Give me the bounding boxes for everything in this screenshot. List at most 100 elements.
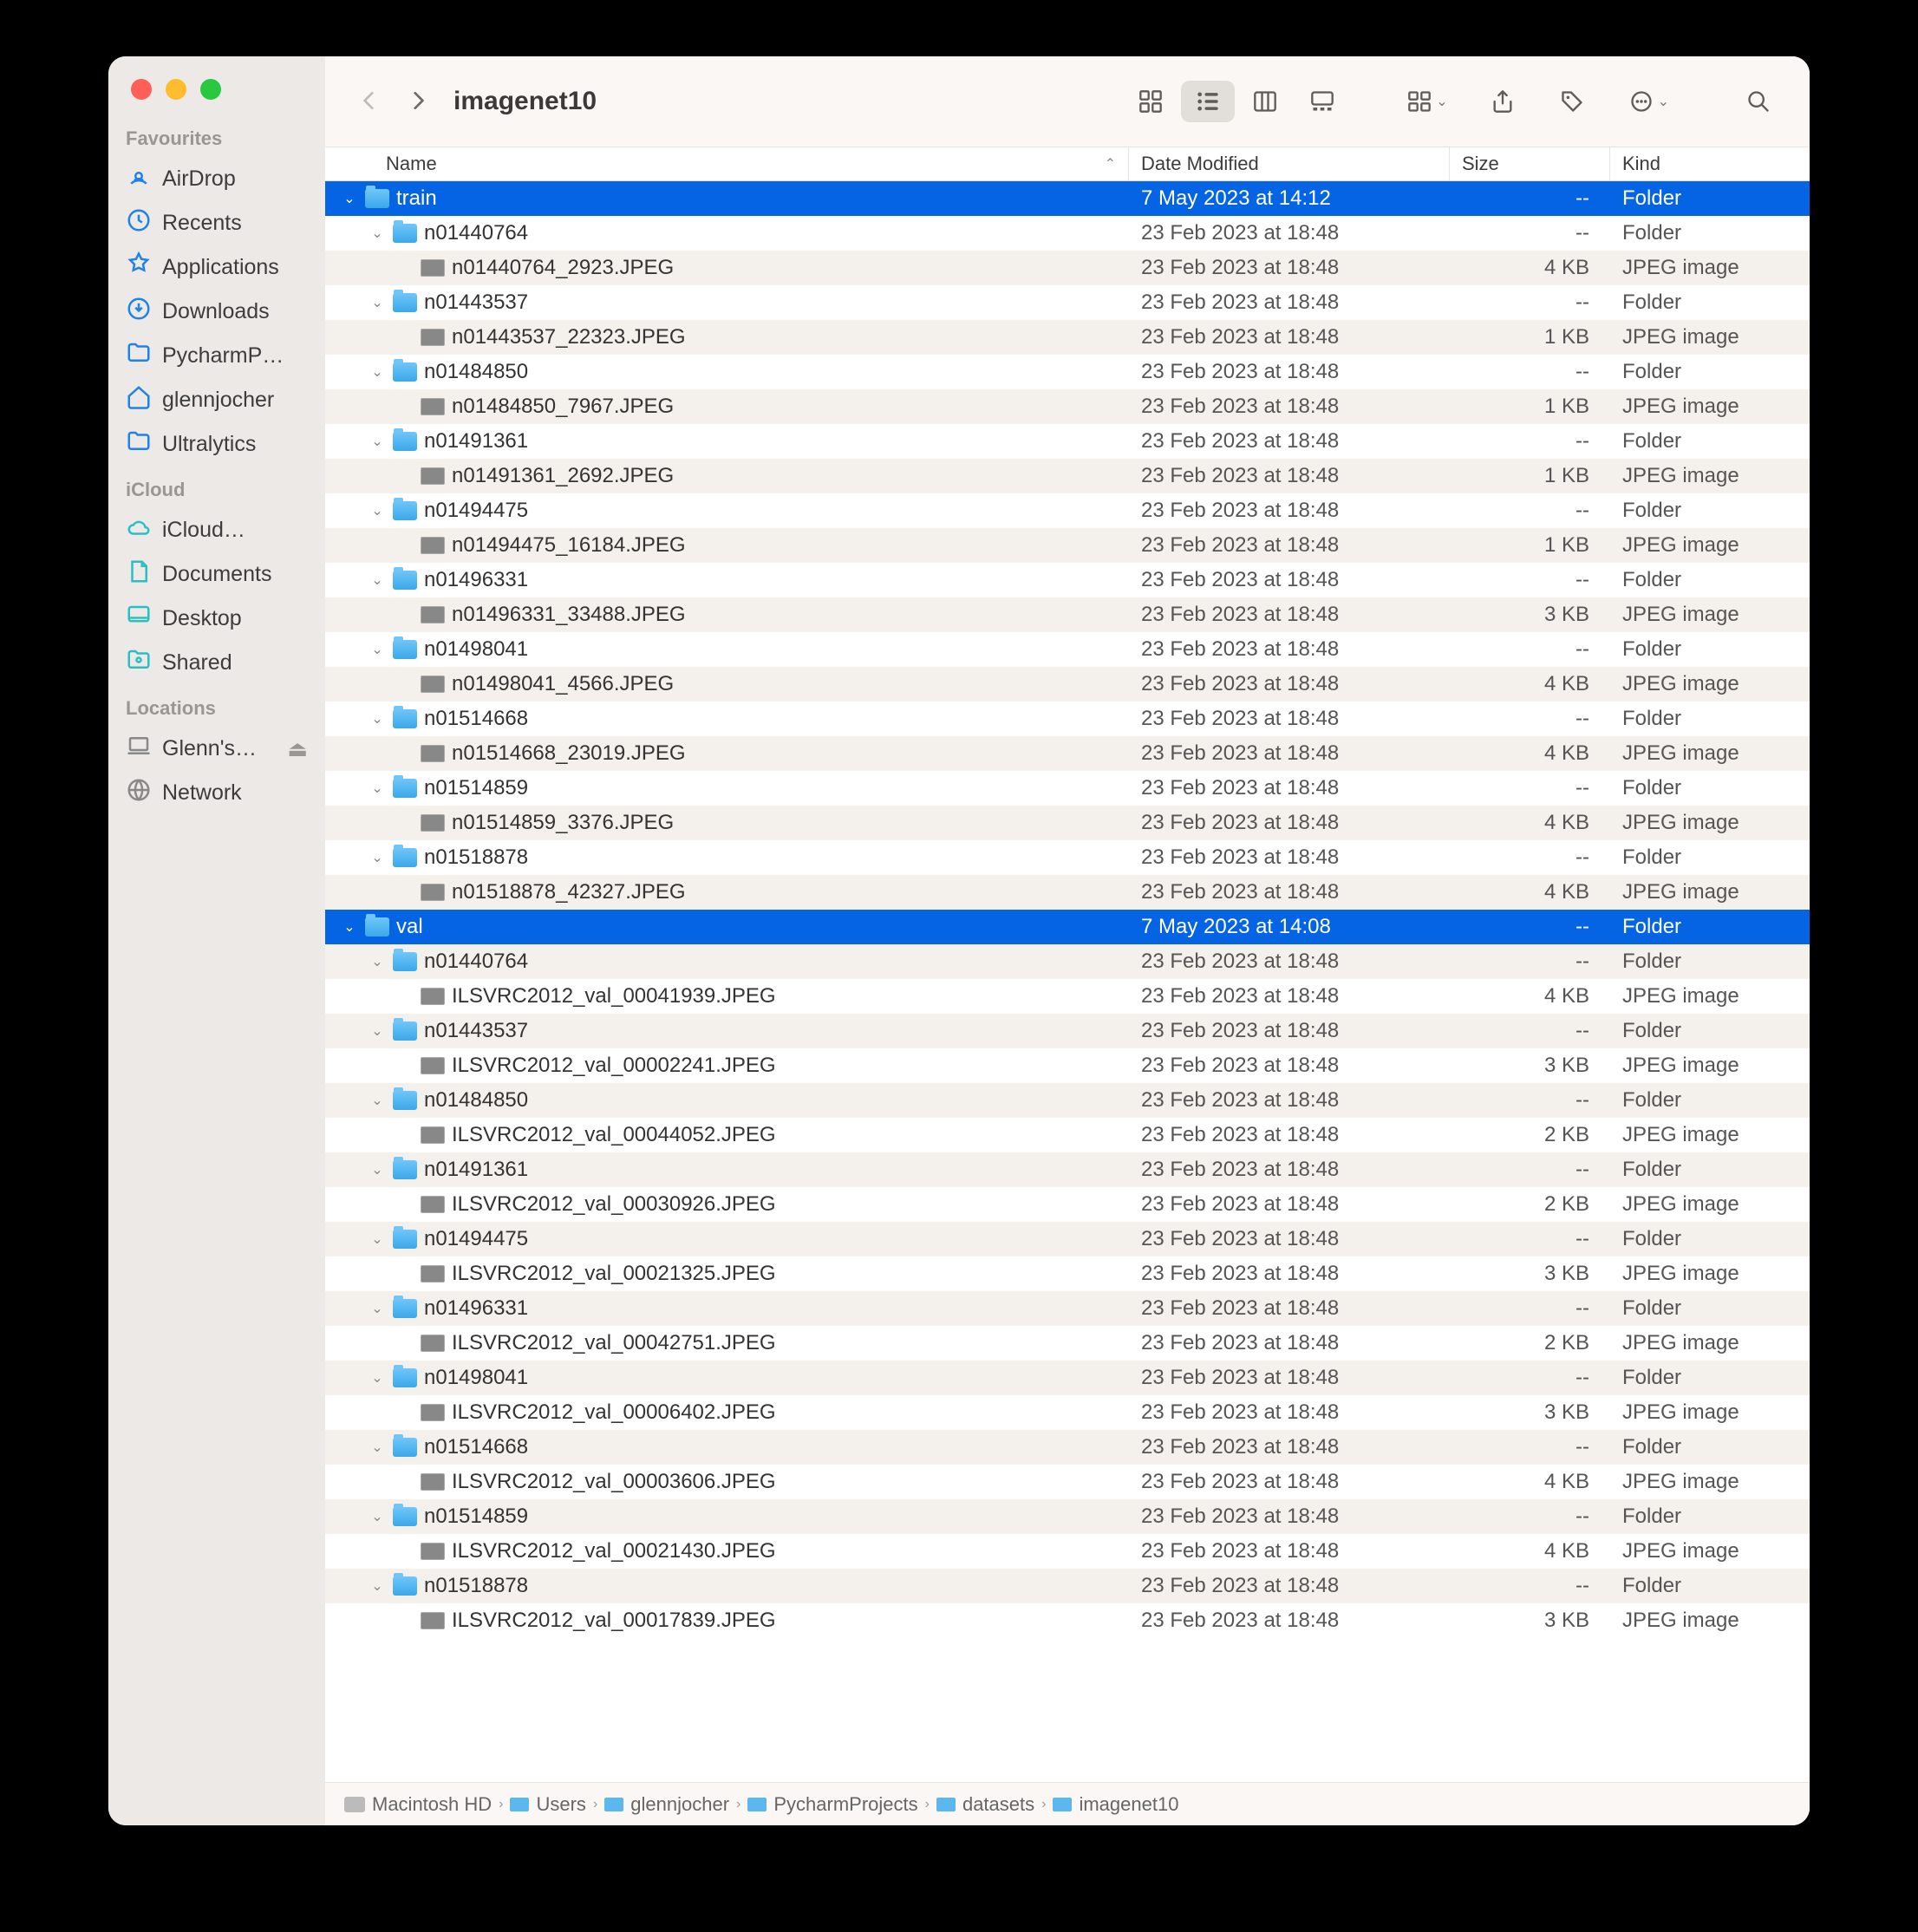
disclosure-icon[interactable]: ⌄ [369, 1508, 386, 1525]
sidebar-item-shared[interactable]: Shared [108, 641, 325, 685]
file-row[interactable]: ⌄n0144353723 Feb 2023 at 18:48--Folder [325, 285, 1810, 320]
path-crumb[interactable]: glennjocher [604, 1793, 729, 1816]
sidebar-item-applications[interactable]: Applications [108, 245, 325, 290]
disclosure-icon[interactable]: ⌄ [369, 1230, 386, 1248]
file-list[interactable]: ⌄train7 May 2023 at 14:12--Folder⌄n01440… [325, 181, 1810, 1782]
sidebar-item-downloads[interactable]: Downloads [108, 290, 325, 334]
file-row[interactable]: ILSVRC2012_val_00021325.JPEG23 Feb 2023 … [325, 1256, 1810, 1291]
file-row[interactable]: ILSVRC2012_val_00044052.JPEG23 Feb 2023 … [325, 1118, 1810, 1152]
path-crumb[interactable]: Macintosh HD [344, 1793, 492, 1816]
file-row[interactable]: ⌄n0149447523 Feb 2023 at 18:48--Folder [325, 1222, 1810, 1256]
file-row[interactable]: ⌄n0148485023 Feb 2023 at 18:48--Folder [325, 355, 1810, 389]
file-row[interactable]: ⌄n0151887823 Feb 2023 at 18:48--Folder [325, 1569, 1810, 1603]
file-row[interactable]: n01484850_7967.JPEG23 Feb 2023 at 18:481… [325, 389, 1810, 424]
search-button[interactable] [1732, 81, 1785, 122]
disclosure-icon[interactable]: ⌄ [369, 1369, 386, 1387]
disclosure-icon[interactable]: ⌄ [369, 1161, 386, 1178]
disclosure-icon[interactable]: ⌄ [369, 294, 386, 311]
disclosure-icon[interactable]: ⌄ [369, 710, 386, 728]
file-row[interactable]: n01514859_3376.JPEG23 Feb 2023 at 18:484… [325, 806, 1810, 840]
path-crumb[interactable]: imagenet10 [1053, 1793, 1178, 1816]
sidebar-item-airdrop[interactable]: AirDrop [108, 157, 325, 201]
file-row[interactable]: ILSVRC2012_val_00042751.JPEG23 Feb 2023 … [325, 1326, 1810, 1361]
disclosure-icon[interactable]: ⌄ [369, 1022, 386, 1040]
file-row[interactable]: ILSVRC2012_val_00017839.JPEG23 Feb 2023 … [325, 1603, 1810, 1638]
zoom-button[interactable] [200, 79, 221, 100]
disclosure-icon[interactable]: ⌄ [369, 953, 386, 970]
file-row[interactable]: n01443537_22323.JPEG23 Feb 2023 at 18:48… [325, 320, 1810, 355]
path-crumb[interactable]: datasets [936, 1793, 1034, 1816]
share-button[interactable] [1476, 81, 1530, 122]
file-row[interactable]: ILSVRC2012_val_00021430.JPEG23 Feb 2023 … [325, 1534, 1810, 1569]
sidebar-item-documents[interactable]: Documents [108, 552, 325, 597]
column-name[interactable]: Name⌃ [325, 147, 1129, 180]
file-row[interactable]: ⌄n0144076423 Feb 2023 at 18:48--Folder [325, 216, 1810, 251]
file-row[interactable]: ⌄n0149447523 Feb 2023 at 18:48--Folder [325, 493, 1810, 528]
sidebar-item-pycharmp[interactable]: PycharmP… [108, 334, 325, 378]
disclosure-icon[interactable]: ⌄ [369, 225, 386, 242]
file-row[interactable]: ILSVRC2012_val_00041939.JPEG23 Feb 2023 … [325, 979, 1810, 1014]
disclosure-icon[interactable]: ⌄ [369, 1439, 386, 1456]
disclosure-icon[interactable]: ⌄ [369, 502, 386, 519]
forward-button[interactable] [398, 84, 438, 120]
sidebar-item-ultralytics[interactable]: Ultralytics [108, 422, 325, 467]
file-row[interactable]: ⌄n0151466823 Feb 2023 at 18:48--Folder [325, 1430, 1810, 1465]
file-row[interactable]: n01496331_33488.JPEG23 Feb 2023 at 18:48… [325, 597, 1810, 632]
view-gallery-button[interactable] [1295, 81, 1349, 122]
sidebar-item-glenns[interactable]: Glenn's…⏏ [108, 727, 325, 771]
disclosure-icon[interactable]: ⌄ [369, 780, 386, 797]
file-row[interactable]: ⌄n0149136123 Feb 2023 at 18:48--Folder [325, 424, 1810, 459]
group-button[interactable]: ⌄ [1393, 81, 1459, 122]
file-row[interactable]: n01491361_2692.JPEG23 Feb 2023 at 18:481… [325, 459, 1810, 493]
file-row[interactable]: ⌄n0144353723 Feb 2023 at 18:48--Folder [325, 1014, 1810, 1048]
sidebar-item-network[interactable]: Network [108, 771, 325, 815]
disclosure-icon[interactable]: ⌄ [369, 363, 386, 381]
file-row[interactable]: ⌄n0151485923 Feb 2023 at 18:48--Folder [325, 771, 1810, 806]
column-kind[interactable]: Kind [1610, 147, 1810, 180]
file-row[interactable]: ⌄n0151485923 Feb 2023 at 18:48--Folder [325, 1499, 1810, 1534]
disclosure-icon[interactable]: ⌄ [369, 433, 386, 450]
file-row[interactable]: ILSVRC2012_val_00006402.JPEG23 Feb 2023 … [325, 1395, 1810, 1430]
file-row[interactable]: n01514668_23019.JPEG23 Feb 2023 at 18:48… [325, 736, 1810, 771]
disclosure-icon[interactable]: ⌄ [341, 190, 358, 207]
file-row[interactable]: n01518878_42327.JPEG23 Feb 2023 at 18:48… [325, 875, 1810, 910]
file-row[interactable]: n01440764_2923.JPEG23 Feb 2023 at 18:484… [325, 251, 1810, 285]
view-icons-button[interactable] [1124, 81, 1178, 122]
file-row[interactable]: ILSVRC2012_val_00030926.JPEG23 Feb 2023 … [325, 1187, 1810, 1222]
tags-button[interactable] [1545, 81, 1599, 122]
column-size[interactable]: Size [1450, 147, 1610, 180]
file-row[interactable]: n01494475_16184.JPEG23 Feb 2023 at 18:48… [325, 528, 1810, 563]
file-row[interactable]: ⌄train7 May 2023 at 14:12--Folder [325, 181, 1810, 216]
back-button[interactable] [349, 84, 389, 120]
disclosure-icon[interactable]: ⌄ [369, 849, 386, 866]
file-row[interactable]: ILSVRC2012_val_00003606.JPEG23 Feb 2023 … [325, 1465, 1810, 1499]
disclosure-icon[interactable]: ⌄ [369, 1092, 386, 1109]
actions-button[interactable]: ⌄ [1615, 81, 1681, 122]
column-date[interactable]: Date Modified [1129, 147, 1450, 180]
file-row[interactable]: ⌄n0151887823 Feb 2023 at 18:48--Folder [325, 840, 1810, 875]
minimize-button[interactable] [166, 79, 186, 100]
sidebar-item-glennjocher[interactable]: glennjocher [108, 378, 325, 422]
sidebar-item-recents[interactable]: Recents [108, 201, 325, 245]
file-row[interactable]: ⌄n0149804123 Feb 2023 at 18:48--Folder [325, 1361, 1810, 1395]
disclosure-icon[interactable]: ⌄ [369, 1300, 386, 1317]
path-crumb[interactable]: Users [510, 1793, 585, 1816]
disclosure-icon[interactable]: ⌄ [369, 641, 386, 658]
file-row[interactable]: ⌄n0148485023 Feb 2023 at 18:48--Folder [325, 1083, 1810, 1118]
disclosure-icon[interactable]: ⌄ [341, 918, 358, 936]
disclosure-icon[interactable]: ⌄ [369, 1577, 386, 1595]
file-row[interactable]: ILSVRC2012_val_00002241.JPEG23 Feb 2023 … [325, 1048, 1810, 1083]
file-row[interactable]: ⌄n0144076423 Feb 2023 at 18:48--Folder [325, 944, 1810, 979]
sidebar-item-icloud[interactable]: iCloud… [108, 508, 325, 552]
disclosure-icon[interactable]: ⌄ [369, 571, 386, 589]
file-row[interactable]: ⌄n0149804123 Feb 2023 at 18:48--Folder [325, 632, 1810, 667]
file-row[interactable]: ⌄n0149633123 Feb 2023 at 18:48--Folder [325, 563, 1810, 597]
file-row[interactable]: ⌄val7 May 2023 at 14:08--Folder [325, 910, 1810, 944]
file-row[interactable]: ⌄n0149633123 Feb 2023 at 18:48--Folder [325, 1291, 1810, 1326]
view-list-button[interactable] [1181, 81, 1235, 122]
file-row[interactable]: ⌄n0149136123 Feb 2023 at 18:48--Folder [325, 1152, 1810, 1187]
view-columns-button[interactable] [1238, 81, 1292, 122]
file-row[interactable]: ⌄n0151466823 Feb 2023 at 18:48--Folder [325, 702, 1810, 736]
path-crumb[interactable]: PycharmProjects [747, 1793, 917, 1816]
sidebar-item-desktop[interactable]: Desktop [108, 597, 325, 641]
